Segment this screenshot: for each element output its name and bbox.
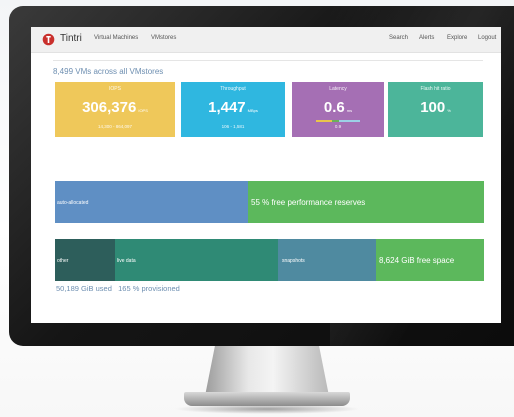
iops-card[interactable]: IOPS 306,376 IOPS 14,300 - 864,097 <box>55 82 175 137</box>
free-performance-label: 55 % free performance reserves <box>251 198 366 207</box>
throughput-value: 1,447 MBps <box>208 99 258 116</box>
snapshots-bar[interactable]: snapshots <box>278 239 376 281</box>
free-space-label: 8,624 GiB free space <box>379 256 455 265</box>
flash-hit-ratio-card[interactable]: Flash hit ratio 100% <box>388 82 483 137</box>
app-header: Tintri Virtual Machines VMstores Search … <box>31 27 501 53</box>
monitor-stand-neck <box>205 346 329 396</box>
used-space-text: 50,189 GiB used <box>56 284 112 293</box>
nav-vmstores[interactable]: VMstores <box>151 35 176 41</box>
brand-name: Tintri <box>60 33 82 44</box>
other-space-bar[interactable]: other <box>55 239 115 281</box>
tintri-logo-icon <box>42 33 55 46</box>
nav-search[interactable]: Search <box>389 35 408 41</box>
iops-label: IOPS <box>109 86 121 92</box>
iops-range: 14,300 - 864,097 <box>97 124 133 129</box>
auto-allocated-bar[interactable]: auto-allocated <box>55 181 248 223</box>
nav-virtual-machines[interactable]: Virtual Machines <box>94 35 138 41</box>
live-data-label: live data <box>117 258 136 264</box>
free-performance-bar[interactable]: 55 % free performance reserves <box>248 181 484 223</box>
auto-allocated-label: auto-allocated <box>57 200 89 206</box>
latency-label: Latency <box>329 86 347 92</box>
iops-value: 306,376 IOPS <box>82 99 148 116</box>
live-data-bar[interactable]: live data <box>115 239 278 281</box>
latency-breakdown-bar <box>316 120 360 122</box>
nav-alerts[interactable]: Alerts <box>419 35 434 41</box>
flash-hit-ratio-value: 100% <box>420 99 451 116</box>
header-divider <box>53 60 483 61</box>
flash-hit-ratio-label: Flash hit ratio <box>420 86 451 92</box>
latency-card[interactable]: Latency 0.6 ms 0.9 <box>292 82 384 137</box>
free-space-bar[interactable]: 8,624 GiB free space <box>376 239 484 281</box>
vm-summary: 8,499 VMs across all VMstores <box>53 67 164 76</box>
nav-logout[interactable]: Logout <box>478 35 496 41</box>
latency-value: 0.6 ms <box>323 99 353 116</box>
snapshots-label: snapshots <box>282 258 305 264</box>
throughput-range: 106 - 1,581 <box>221 124 245 129</box>
throughput-label: Throughput <box>220 86 246 92</box>
latency-range: 0.9 <box>334 124 342 129</box>
provisioned-text: 165 % provisioned <box>118 284 180 293</box>
nav-explore[interactable]: Explore <box>447 35 467 41</box>
space-summary: 50,189 GiB used 165 % provisioned <box>56 284 180 293</box>
monitor-base <box>184 392 350 406</box>
throughput-card[interactable]: Throughput 1,447 MBps 106 - 1,581 <box>181 82 285 137</box>
other-space-label: other <box>57 258 69 264</box>
screen: Tintri Virtual Machines VMstores Search … <box>31 27 501 323</box>
